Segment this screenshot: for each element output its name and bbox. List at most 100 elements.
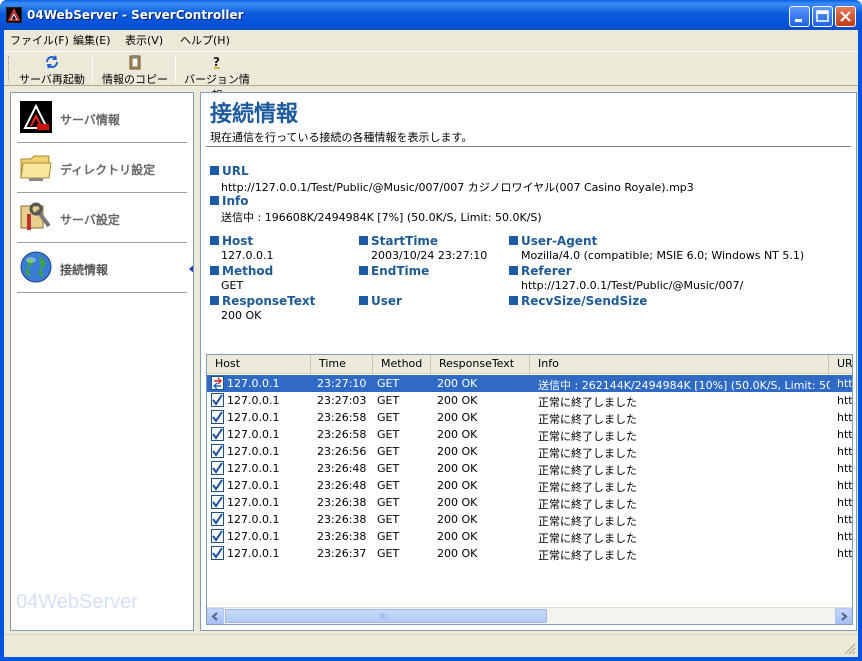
sidebar-item-label: 接続情報 <box>60 263 109 277</box>
copy-info-button[interactable]: 情報のコピー <box>99 53 171 86</box>
cell-host: 127.0.0.1 <box>227 394 280 407</box>
cell-response: 200 OK <box>437 479 478 492</box>
method-label: Method <box>210 264 273 278</box>
copy-info-label: 情報のコピー <box>102 73 168 86</box>
cell-time: 23:26:38 <box>317 530 367 543</box>
transfer-icon <box>211 376 224 390</box>
table-row[interactable]: 127.0.0.1 23:26:38 GET 200 OK 正常に終了しました http <box>207 494 852 511</box>
toolbar-separator <box>175 56 176 82</box>
column-header-url[interactable]: UR <box>829 355 852 374</box>
table-row[interactable]: 127.0.0.1 23:26:56 GET 200 OK 正常に終了しました http <box>207 443 853 460</box>
menu-edit[interactable]: 編集(E) <box>73 32 111 48</box>
scroll-thumb[interactable]: III <box>225 609 547 623</box>
page-title: 接続情報 <box>210 102 299 127</box>
resize-grip-icon[interactable] <box>844 643 856 655</box>
restart-server-button[interactable]: サーバ再起動 <box>16 53 88 86</box>
check-icon <box>211 512 224 526</box>
check-icon <box>211 546 224 560</box>
cell-info: 正常に終了しました <box>538 515 637 528</box>
cell-info: 正常に終了しました <box>538 430 637 443</box>
table-row[interactable]: 127.0.0.1 23:26:48 GET 200 OK 正常に終了しました http <box>207 460 853 477</box>
horizontal-scrollbar[interactable]: III <box>207 607 852 624</box>
cell-response: 200 OK <box>437 445 478 458</box>
page-description: 現在通信を行っている接続の各種情報を表示します。 <box>210 131 473 144</box>
connection-list[interactable]: Host Time Method ResponseText Info UR 12… <box>206 354 853 625</box>
cell-url: http <box>837 428 853 441</box>
referer-value: http://127.0.0.1/Test/Public/@Music/007/ <box>521 279 744 292</box>
host-value: 127.0.0.1 <box>221 249 274 262</box>
cell-method: GET <box>377 377 400 390</box>
window-title: 04WebServer - ServerController <box>27 8 244 22</box>
cell-response: 200 OK <box>437 547 478 560</box>
check-icon <box>211 393 224 407</box>
sidebar-item-connection-info[interactable]: 接続情報 <box>17 243 193 293</box>
cell-response: 200 OK <box>437 394 478 407</box>
cell-url: http <box>837 377 853 390</box>
endtime-label: EndTime <box>359 264 429 278</box>
server-info-icon <box>19 100 53 134</box>
cell-url: http <box>837 462 853 475</box>
status-bar <box>4 634 858 657</box>
column-header-time[interactable]: Time <box>311 355 373 374</box>
cell-url: http <box>837 445 853 458</box>
useragent-label: User-Agent <box>509 234 597 248</box>
table-row[interactable]: 127.0.0.1 23:26:37 GET 200 OK 正常に終了しました http <box>207 545 853 562</box>
menu-file[interactable]: ファイル(F) <box>10 32 69 48</box>
cell-method: GET <box>377 411 400 424</box>
table-row[interactable]: 127.0.0.1 23:26:48 GET 200 OK 正常に終了しました http <box>207 477 852 494</box>
minimize-button[interactable] <box>789 6 810 27</box>
menu-help[interactable]: ヘルプ(H) <box>180 32 230 48</box>
check-icon <box>211 529 224 543</box>
cell-info: 正常に終了しました <box>538 549 637 562</box>
cell-method: GET <box>377 479 400 492</box>
info-label: Info <box>210 194 248 208</box>
check-icon <box>211 410 224 424</box>
sidebar-item-directory-settings[interactable]: ディレクトリ設定 <box>17 143 187 193</box>
active-indicator-icon <box>189 262 193 276</box>
cell-info: 正常に終了しました <box>538 532 637 545</box>
app-window: 04WebServer - ServerController ファイル(F) 編… <box>0 0 862 661</box>
scroll-right-button[interactable] <box>835 608 852 624</box>
menu-view[interactable]: 表示(V) <box>125 32 163 48</box>
responsetext-value: 200 OK <box>221 309 262 322</box>
cell-time: 23:26:58 <box>317 428 367 441</box>
version-info-button[interactable]: ? バージョン情報 <box>180 53 254 102</box>
toolbar-grip[interactable] <box>8 56 11 82</box>
table-row[interactable]: 127.0.0.1 23:26:58 GET 200 OK 正常に終了しました http <box>207 426 853 443</box>
sidebar-item-label: サーバ設定 <box>60 213 120 227</box>
column-header-info[interactable]: Info <box>530 355 829 374</box>
cell-method: GET <box>377 445 400 458</box>
table-row[interactable]: 127.0.0.1 23:26:38 GET 200 OK 正常に終了しました http <box>207 528 853 545</box>
referer-label: Referer <box>509 264 572 278</box>
table-row[interactable]: 127.0.0.1 23:26:38 GET 200 OK 正常に終了しました http <box>207 511 852 528</box>
cell-url: http <box>837 530 853 543</box>
app-logo-icon[interactable] <box>6 7 22 23</box>
client-area: ファイル(F) 編集(E) 表示(V) ヘルプ(H) サーバ再起動 情報のコピー <box>4 30 858 657</box>
starttime-value: 2003/10/24 23:27:10 <box>371 249 488 262</box>
url-value: http://127.0.0.1/Test/Public/@Music/007/… <box>221 181 694 194</box>
cell-host: 127.0.0.1 <box>227 462 280 475</box>
cell-info: 正常に終了しました <box>538 481 637 494</box>
maximize-button[interactable] <box>812 6 833 27</box>
sidebar-item-server-info[interactable]: サーバ情報 <box>17 93 187 143</box>
title-bar[interactable]: 04WebServer - ServerController <box>0 0 862 30</box>
column-header-method[interactable]: Method <box>373 355 431 374</box>
restart-icon <box>44 54 60 70</box>
cell-url: http <box>837 394 853 407</box>
cell-url: http <box>837 547 853 560</box>
cell-info: 正常に終了しました <box>538 396 637 409</box>
scroll-left-button[interactable] <box>207 608 224 624</box>
user-label: User <box>359 294 402 308</box>
column-header-responsetext[interactable]: ResponseText <box>431 355 530 374</box>
table-row[interactable]: 127.0.0.1 23:26:58 GET 200 OK 正常に終了しました http <box>207 409 852 426</box>
table-row[interactable]: 127.0.0.1 23:27:03 GET 200 OK 正常に終了しました http <box>207 392 853 409</box>
cell-time: 23:26:38 <box>317 513 367 526</box>
cell-info: 送信中 : 262144K/2494984K [10%] (50.0K/S, L… <box>538 379 830 392</box>
table-row[interactable]: 127.0.0.1 23:27:10 GET 200 OK 送信中 : 262144K/… <box>207 375 853 392</box>
column-header-host[interactable]: Host <box>207 355 311 374</box>
close-button[interactable] <box>835 6 856 27</box>
toolbar-separator <box>92 56 93 82</box>
sidebar-item-server-settings[interactable]: サーバ設定 <box>17 193 187 243</box>
cell-host: 127.0.0.1 <box>227 496 280 509</box>
check-icon <box>211 478 224 492</box>
